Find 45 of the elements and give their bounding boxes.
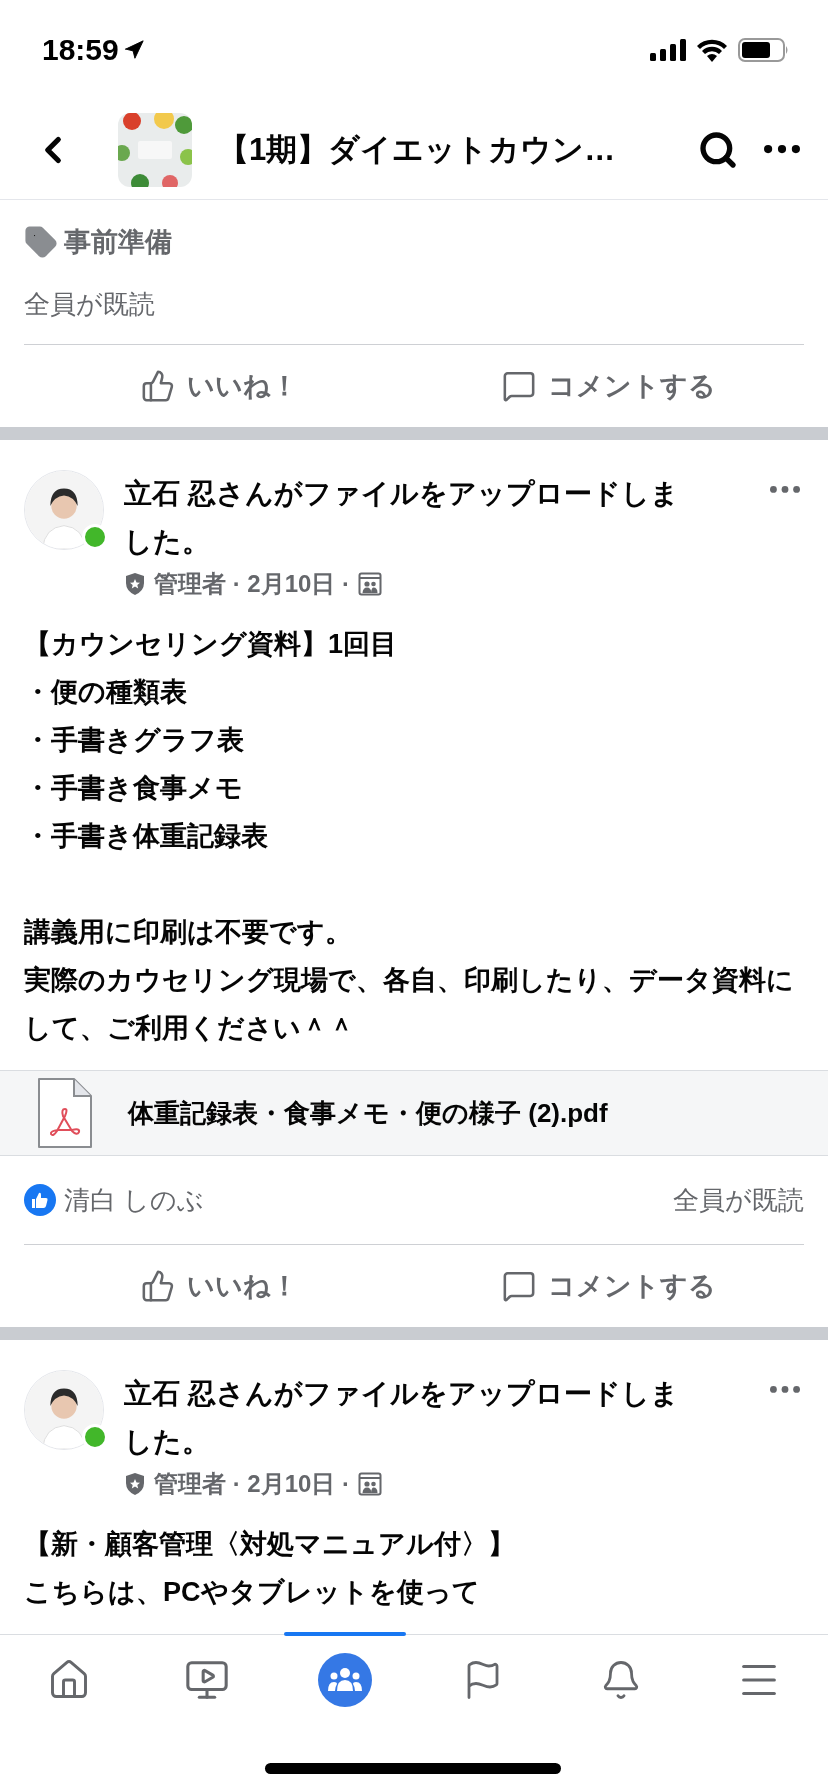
tag-icon xyxy=(24,225,58,259)
more-icon xyxy=(770,1386,800,1393)
post-text: 実際のカウセリング現場で、各自、印刷したり、データ資料にして、ご利用ください＾＾ xyxy=(24,964,795,1045)
shield-star-icon xyxy=(124,572,146,596)
post-author-line: 立石 忍さんがファイルをアップロードしました。 xyxy=(124,477,680,559)
comment-button[interactable]: コメントする xyxy=(414,1245,804,1327)
post-text: ・手書き食事メモ xyxy=(24,772,244,805)
group-title: 【1期】ダイエットカウン… xyxy=(218,130,617,169)
signal-icon xyxy=(650,39,686,61)
like-badge-icon xyxy=(24,1184,56,1216)
seen-by-text: 全員が既読 xyxy=(24,287,155,321)
speech-bubble-icon xyxy=(502,369,536,403)
post-text: ・便の種類表 xyxy=(24,676,188,709)
thumbs-up-icon xyxy=(140,369,175,403)
post-meta: 管理者 · 2月10日 · xyxy=(154,569,351,599)
wifi-icon xyxy=(696,38,728,62)
post-text: ・手書きグラフ表 xyxy=(24,724,245,757)
post-text: 講義用に印刷は不要です。 xyxy=(24,916,353,949)
shield-star-icon xyxy=(124,1472,146,1496)
post-text: 【新・顧客管理〈対処マニュアル付〉】 xyxy=(24,1528,516,1561)
members-icon xyxy=(358,1472,383,1496)
members-icon xyxy=(358,572,383,596)
post-topic-tag[interactable]: 事前準備 xyxy=(64,224,172,260)
speech-bubble-icon xyxy=(502,1269,536,1303)
file-name: 体重記録表・食事メモ・便の様子 (2).pdf xyxy=(128,1096,608,1130)
like-button[interactable]: いいね！ xyxy=(24,345,414,427)
location-arrow-icon xyxy=(122,39,145,61)
battery-icon xyxy=(738,38,790,62)
post-text: 【カウンセリング資料】1回目 xyxy=(24,628,399,661)
like-button[interactable]: いいね！ xyxy=(24,1245,414,1327)
pdf-file-icon xyxy=(36,1076,94,1150)
seen-by-text: 全員が既読 xyxy=(673,1183,804,1217)
thumbs-up-icon xyxy=(140,1269,175,1303)
more-icon xyxy=(770,486,800,493)
reactor-name[interactable]: 清白 しのぶ xyxy=(64,1182,205,1218)
groups-icon xyxy=(328,1667,362,1693)
post-author-line: 立石 忍さんがファイルをアップロードしました。 xyxy=(124,1377,680,1459)
post-text: こちらは、PCやタブレットを使って xyxy=(24,1576,481,1609)
file-attachment[interactable]: 体重記録表・食事メモ・便の様子 (2).pdf xyxy=(0,1070,828,1156)
more-icon xyxy=(764,145,800,154)
comment-button[interactable]: コメントする xyxy=(414,345,804,427)
status-time: 18:59 xyxy=(42,33,119,67)
post-text: ・手書き体重記録表 xyxy=(24,820,269,853)
post-meta: 管理者 · 2月10日 · xyxy=(154,1469,351,1499)
search-icon xyxy=(698,129,738,170)
